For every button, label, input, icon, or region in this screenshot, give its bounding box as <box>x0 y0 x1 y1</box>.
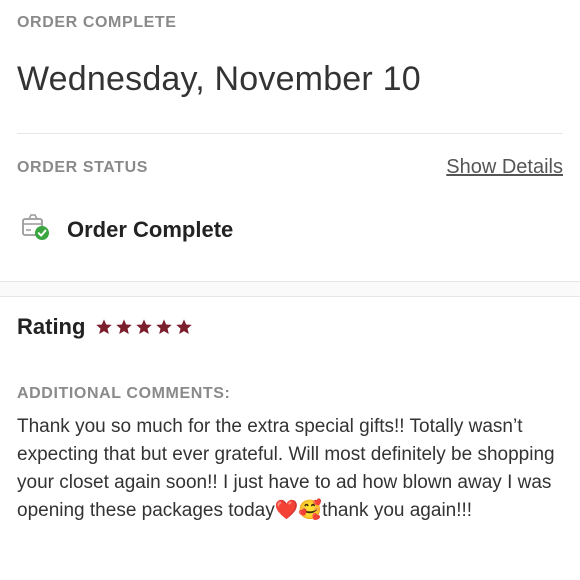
rating-row: Rating <box>17 297 563 340</box>
section-divider <box>0 281 580 297</box>
box-check-icon <box>17 212 67 247</box>
order-header: ORDER COMPLETE Wednesday, November 10 <box>0 0 580 133</box>
order-status-line: Order Complete <box>17 212 563 247</box>
order-status-row: ORDER STATUS Show Details <box>17 134 563 179</box>
show-details-link[interactable]: Show Details <box>446 156 563 179</box>
order-status-heading: ORDER STATUS <box>17 158 149 176</box>
order-complete-heading: ORDER COMPLETE <box>17 14 177 31</box>
star-icon <box>96 319 113 335</box>
star-icon <box>116 319 133 335</box>
additional-comments-heading: ADDITIONAL COMMENTS: <box>17 385 231 402</box>
order-status-section: ORDER STATUS Show Details Order Complete <box>0 134 580 281</box>
order-date: Wednesday, November 10 <box>17 60 421 98</box>
star-icon <box>136 319 153 335</box>
star-icon <box>176 319 193 335</box>
rating-label: Rating <box>17 314 86 339</box>
comment-text: Thank you so much for the extra special … <box>17 416 555 521</box>
rating-section: Rating ADDITIONAL COMMENTS: Thank you so… <box>0 297 580 525</box>
star-icon <box>156 319 173 335</box>
order-status-text: Order Complete <box>67 216 234 242</box>
rating-stars <box>95 318 193 336</box>
